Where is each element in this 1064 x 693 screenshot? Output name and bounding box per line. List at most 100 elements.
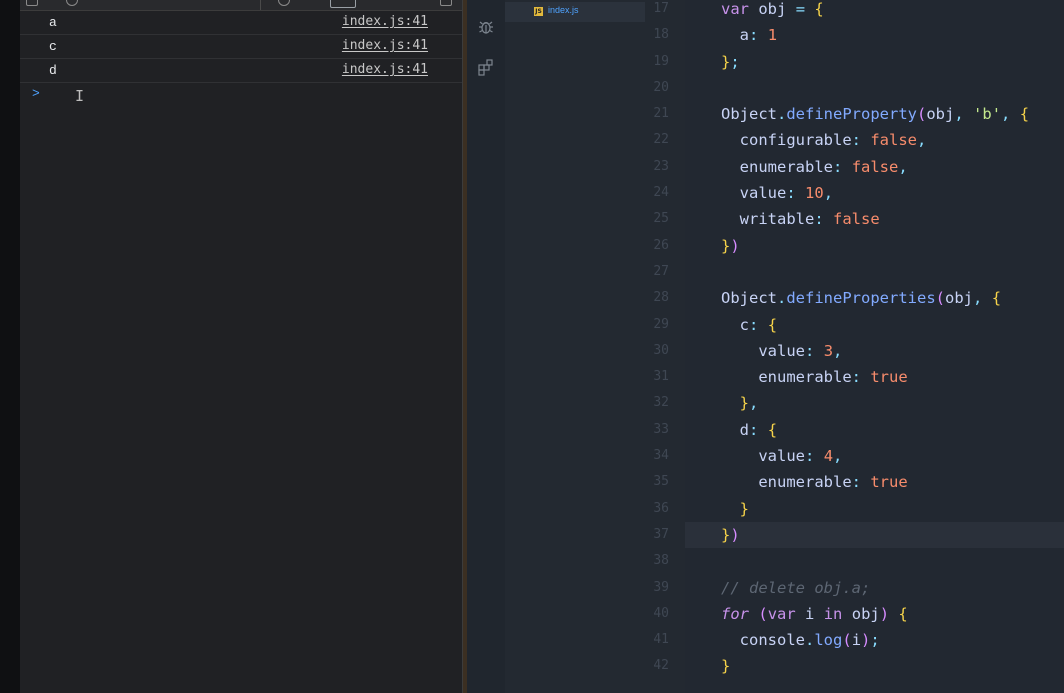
line-number: 34 <box>653 448 669 464</box>
log-message: a <box>49 15 57 30</box>
code-text: d: { <box>739 420 778 439</box>
line-number: 39 <box>653 579 669 595</box>
code-line[interactable]: 35 enumerable: true <box>653 469 1064 495</box>
code-text: console.log(i); <box>739 631 880 650</box>
line-number: 30 <box>653 342 669 358</box>
code-text: enumerable: true <box>758 368 908 387</box>
debug-icon[interactable] <box>477 18 495 36</box>
line-number: 17 <box>653 1 669 16</box>
code-text: c: { <box>739 315 778 334</box>
file-name-label: index.js <box>548 5 579 15</box>
code-line[interactable]: 40 for (var i in obj) { <box>653 601 1064 627</box>
log-source-link[interactable]: index.js:41 <box>342 62 428 77</box>
code-text: writable: false <box>739 210 880 229</box>
toolbar-divider <box>260 0 261 10</box>
filter-input[interactable] <box>330 0 356 8</box>
code-area[interactable]: 17 var obj = {18 a: 1 19}; 20 21 Object.defin… <box>653 0 1064 680</box>
code-line[interactable]: 22 configurable: false, <box>653 127 1064 153</box>
code-line[interactable]: 17 var obj = { <box>653 0 1064 22</box>
code-line[interactable]: 19}; <box>653 49 1064 75</box>
console-prompt[interactable]: > I <box>20 83 462 107</box>
code-text: }; <box>721 52 740 71</box>
code-line[interactable]: 42} <box>653 653 1064 679</box>
console-toolbar <box>20 0 462 11</box>
code-text: }) <box>721 236 740 255</box>
code-line[interactable]: 28 Object.defineProperties(obj, { <box>653 285 1064 311</box>
line-number: 40 <box>653 605 669 621</box>
line-number: 35 <box>653 474 669 490</box>
line-number: 31 <box>653 369 669 385</box>
code-text: configurable: false, <box>739 131 927 150</box>
line-number: 29 <box>653 316 669 332</box>
line-number: 28 <box>653 290 669 306</box>
line-number: 32 <box>653 395 669 411</box>
devtools-console-panel: a index.js:41 c index.js:41 d index.js:4… <box>20 0 463 693</box>
code-editor-window: JS index.js 17 var obj = {18 a: 1 19}; 20 21… <box>467 0 1064 693</box>
sidebar-toggle-icon[interactable] <box>26 0 38 6</box>
line-number: 23 <box>653 158 669 174</box>
extensions-icon[interactable] <box>477 58 495 76</box>
line-number: 22 <box>653 132 669 148</box>
code-text: enumerable: true <box>758 473 908 492</box>
line-number: 20 <box>653 79 669 95</box>
activity-bar <box>467 0 505 693</box>
code-line[interactable]: 41 console.log(i); <box>653 627 1064 653</box>
settings-gear-icon[interactable] <box>440 0 452 6</box>
clear-console-icon[interactable] <box>66 0 78 6</box>
code-line[interactable]: 36 } <box>653 496 1064 522</box>
eye-icon[interactable] <box>278 0 290 6</box>
code-line[interactable]: 23 enumerable: false, <box>653 154 1064 180</box>
line-number: 37 <box>653 526 669 542</box>
code-text: }, <box>739 394 759 413</box>
code-line[interactable]: 32 }, <box>653 390 1064 416</box>
code-line[interactable]: 31 enumerable: true <box>653 364 1064 390</box>
line-number: 36 <box>653 500 669 516</box>
code-line[interactable]: 18 a: 1 <box>653 22 1064 48</box>
line-number: 33 <box>653 421 669 437</box>
line-number: 26 <box>653 237 669 253</box>
code-line[interactable]: 27 <box>653 259 1064 285</box>
console-log-row: c index.js:41 <box>20 35 462 59</box>
code-text: a: 1 <box>739 26 778 45</box>
log-source-link[interactable]: index.js:41 <box>342 38 428 53</box>
console-messages: a index.js:41 c index.js:41 d index.js:4… <box>20 11 462 107</box>
code-text: value: 10, <box>739 184 834 203</box>
log-message: d <box>49 63 57 78</box>
code-text: for (var i in obj) { <box>721 604 908 623</box>
line-number: 41 <box>653 632 669 648</box>
line-number: 38 <box>653 553 669 569</box>
log-source-link[interactable]: index.js:41 <box>342 14 428 29</box>
line-number: 19 <box>653 53 669 69</box>
code-text: var obj = { <box>721 0 824 18</box>
line-number: 25 <box>653 211 669 227</box>
code-text: Object.defineProperty(obj, 'b', { <box>721 105 1030 124</box>
prompt-chevron-icon: > <box>32 86 40 101</box>
line-number: 27 <box>653 263 669 279</box>
line-number: 18 <box>653 27 669 43</box>
code-text: }) <box>721 525 740 544</box>
code-line[interactable]: 21 Object.defineProperty(obj, 'b', { <box>653 101 1064 127</box>
code-line[interactable]: 39 // delete obj.a; <box>653 575 1064 601</box>
code-line[interactable]: 34 value: 4, <box>653 443 1064 469</box>
code-line[interactable]: 24 value: 10, <box>653 180 1064 206</box>
code-line[interactable]: 38 <box>653 548 1064 574</box>
code-line[interactable]: 29 c: { <box>653 312 1064 338</box>
code-line[interactable]: 20 <box>653 75 1064 101</box>
explorer-file-item[interactable]: JS index.js <box>505 2 645 22</box>
line-number: 42 <box>653 658 669 674</box>
console-log-row: a index.js:41 <box>20 11 462 35</box>
code-text: enumerable: false, <box>739 157 908 176</box>
code-line[interactable]: 30 value: 3, <box>653 338 1064 364</box>
line-number: 24 <box>653 185 669 201</box>
line-number: 21 <box>653 106 669 122</box>
console-log-row: d index.js:41 <box>20 59 462 83</box>
text-cursor-icon: I <box>75 87 85 105</box>
code-text: } <box>721 657 731 676</box>
code-line[interactable]: 33 d: { <box>653 417 1064 443</box>
code-line[interactable]: 26}) <box>653 233 1064 259</box>
code-line[interactable]: 37}) <box>653 521 1064 549</box>
code-line[interactable]: 25 writable: false <box>653 206 1064 232</box>
code-text: } <box>739 499 750 518</box>
js-file-icon: JS <box>534 7 543 16</box>
code-text: value: 3, <box>758 341 843 360</box>
